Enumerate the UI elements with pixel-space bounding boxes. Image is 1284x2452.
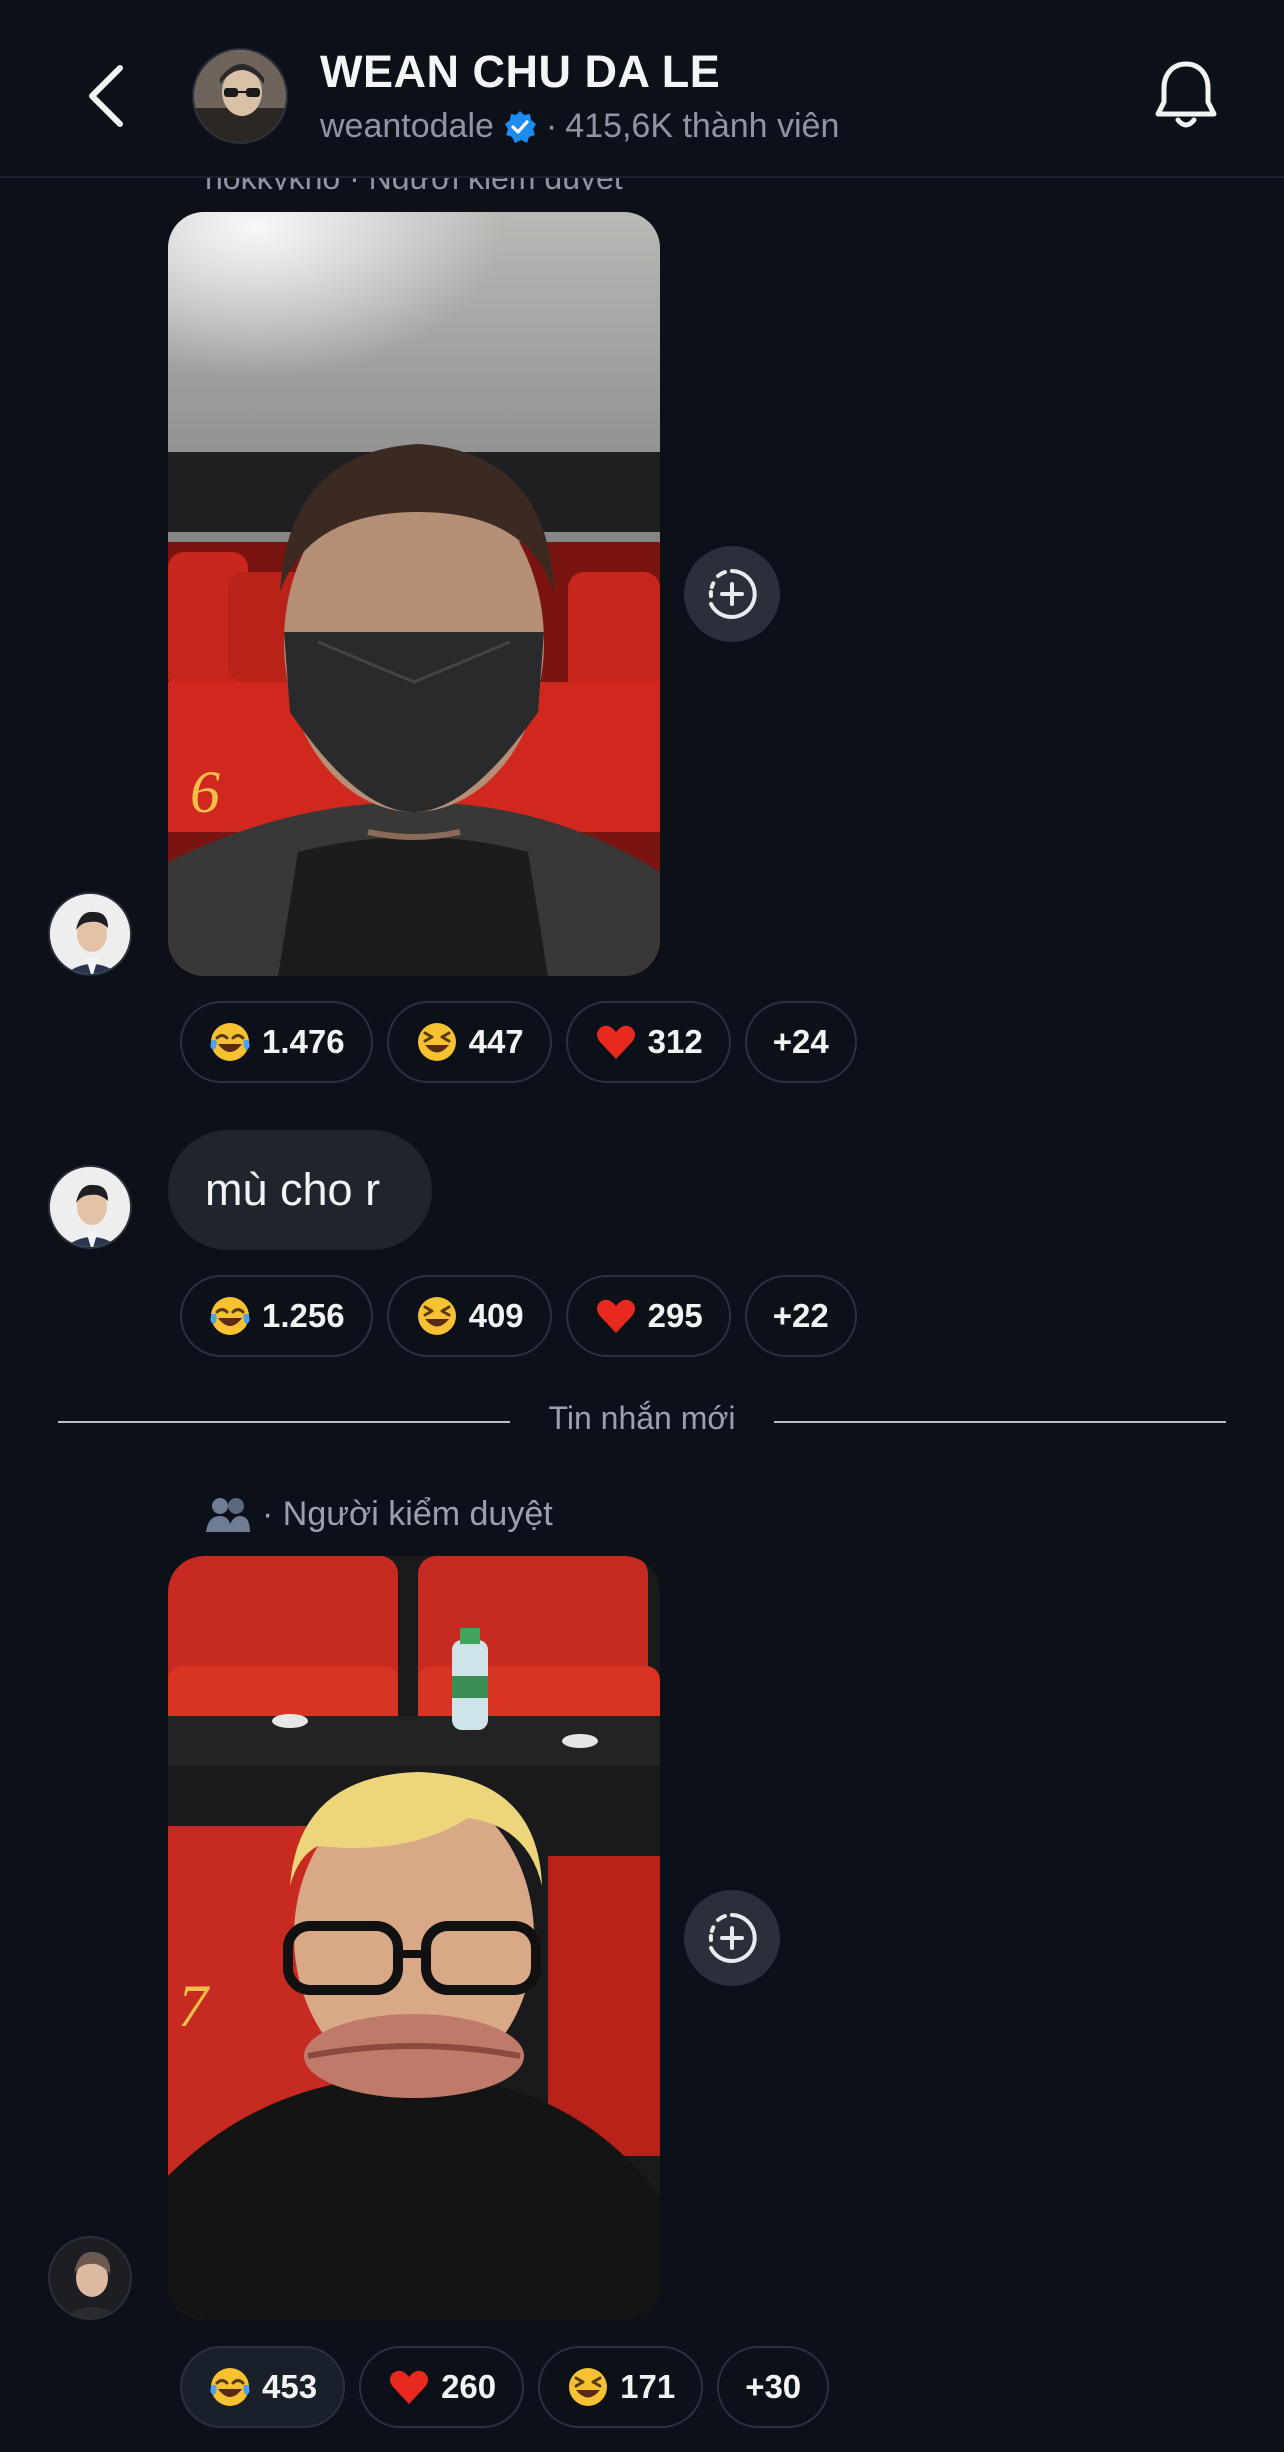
notifications-button[interactable] [1150,56,1222,136]
red-heart-emoji-icon [596,1025,635,1059]
video-message-thumbnail[interactable]: 7 [168,1556,660,2320]
grinning-squint-emoji-icon [417,1297,456,1335]
reaction-count: 1.476 [262,1023,345,1060]
more-reactions-pill[interactable]: +30 [717,2346,830,2428]
message-text: mù cho r [205,1164,381,1215]
more-reactions-pill[interactable]: +22 [744,1275,857,1357]
text-message-bubble[interactable]: mù cho r [168,1130,432,1250]
reaction-pill[interactable]: 409 [386,1275,552,1357]
channel-username: weantodale [320,107,494,145]
member-count: 415,6K thành viên [565,107,840,145]
reaction-pill[interactable]: 171 [538,2346,704,2428]
red-heart-emoji-icon [390,2370,429,2404]
moderator-line: · Người kiểm duyệt [204,1494,553,1534]
channel-header: WEAN CHU DA LE weantodale · 415,6K thành… [0,0,1284,178]
save-media-button[interactable] [684,1890,780,1986]
channel-subtitle: weantodale · 415,6K thành viên [320,107,839,146]
reaction-count: 1.256 [262,1297,345,1334]
bell-icon [1155,61,1217,128]
save-media-button[interactable] [684,546,780,642]
tears-of-joy-emoji-icon [210,2368,250,2406]
reaction-pill[interactable]: 260 [359,2346,525,2428]
reaction-count: 260 [441,2368,497,2405]
video-message-thumbnail[interactable]: 6 [168,212,660,976]
subtitle-separator: · [545,107,558,145]
reaction-pill[interactable]: 1.256 [180,1275,373,1357]
channel-title: WEAN CHU DA LE [320,46,721,97]
reaction-bar: 1.256 409 295 +22 [180,1275,857,1357]
reaction-bar: 453 260 171 +30 [180,2346,830,2428]
add-circle-dashed-icon [708,1913,757,1963]
reaction-count: 409 [468,1297,524,1334]
reaction-count: 295 [647,1297,703,1334]
sender-avatar[interactable] [48,892,132,976]
verified-badge-icon [504,110,536,143]
reaction-bar: 1.476 447 312 +24 [180,1001,857,1083]
moderator-label: · Người kiểm duyệt [262,1494,553,1533]
reaction-pill-selected[interactable]: 453 [180,2346,346,2428]
channel-avatar[interactable] [192,48,288,144]
divider-label: Tin nhắn mới [548,1400,736,1436]
grinning-squint-emoji-icon [569,2368,608,2406]
reaction-count: 453 [262,2368,318,2405]
reaction-pill[interactable]: 295 [565,1275,731,1357]
back-button[interactable] [70,50,140,140]
reaction-pill[interactable]: 1.476 [180,1001,373,1083]
svg-text:7: 7 [178,1973,211,2039]
reaction-count: 447 [468,1023,524,1060]
chevron-left-icon [89,65,123,127]
more-reactions-pill[interactable]: +24 [744,1001,857,1083]
reaction-pill[interactable]: 447 [386,1001,552,1083]
reaction-count: 312 [647,1023,703,1060]
grinning-squint-emoji-icon [417,1023,456,1061]
tears-of-joy-emoji-icon [210,1023,250,1061]
sender-avatar[interactable] [48,1165,132,1249]
new-messages-divider: Tin nhắn mới [58,1400,1226,1444]
reaction-count: +22 [772,1297,829,1334]
add-circle-dashed-icon [708,569,757,619]
chat-screen: nokkykno · Người kiểm duyệt WEAN CHU DA … [0,0,1284,2452]
reaction-pill[interactable]: 312 [565,1001,731,1083]
reaction-count: +30 [745,2368,802,2405]
divider-line-right [774,1421,1226,1423]
reaction-count: +24 [772,1023,829,1060]
svg-text:6: 6 [190,759,220,825]
tears-of-joy-emoji-icon [210,1297,250,1335]
red-heart-emoji-icon [596,1299,635,1333]
reaction-count: 171 [620,2368,676,2405]
people-icon [206,1498,250,1532]
sender-avatar[interactable] [48,2236,132,2320]
